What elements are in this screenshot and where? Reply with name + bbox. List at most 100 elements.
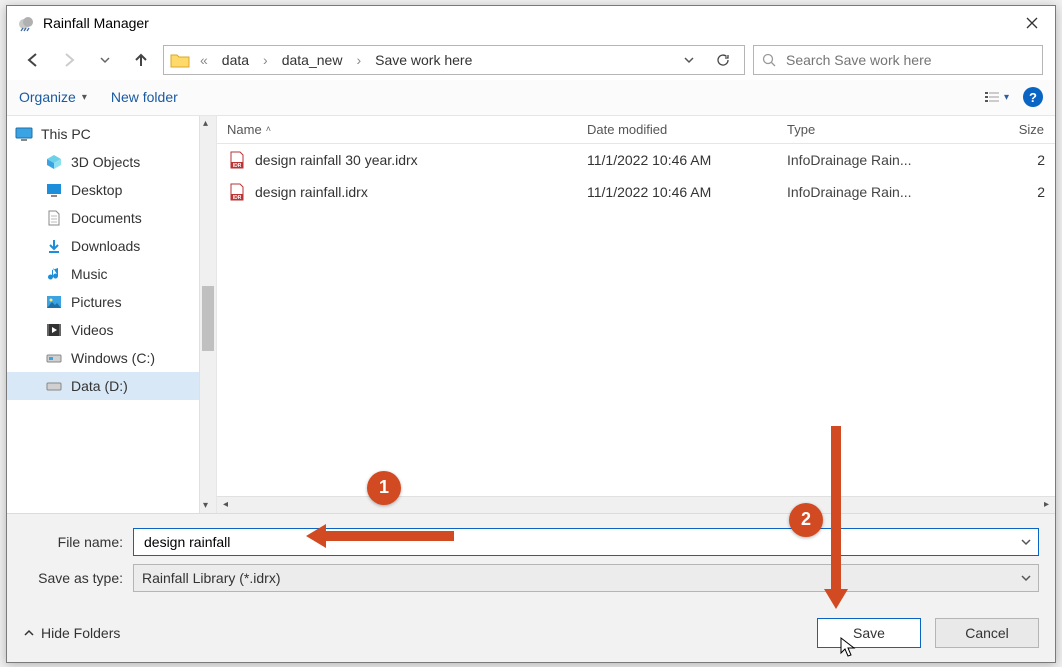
tree-downloads[interactable]: Downloads [7, 232, 216, 260]
col-name[interactable]: Name ˄ [217, 116, 577, 143]
sort-asc-icon: ˄ [266, 124, 271, 134]
folder-icon [170, 52, 190, 68]
chevron-right-icon: › [259, 52, 272, 68]
view-options-button[interactable]: ▾ [984, 90, 1009, 104]
hide-folders-button[interactable]: Hide Folders [23, 625, 120, 641]
scroll-right-icon[interactable]: ▸ [1038, 499, 1055, 510]
tree-windows-c[interactable]: Windows (C:) [7, 344, 216, 372]
search-box[interactable] [753, 45, 1043, 75]
body: This PC 3D Objects Desktop Documents [7, 116, 1055, 513]
file-row[interactable]: IDR design rainfall.idrx 11/1/2022 10:46… [217, 176, 1055, 208]
nav-row: « data › data_new › Save work here [7, 40, 1055, 80]
tree-music[interactable]: Music [7, 260, 216, 288]
breadcrumb-data-new[interactable]: data_new [278, 52, 347, 68]
filetype-combo[interactable]: Rainfall Library (*.idrx) [133, 564, 1039, 592]
address-dropdown[interactable] [676, 55, 702, 65]
drive-icon [45, 350, 63, 366]
save-dialog: Rainfall Manager « data › data_n [6, 5, 1056, 663]
tree-scrollbar[interactable]: ▴ ▾ [199, 116, 216, 513]
filetype-label: Save as type: [23, 570, 123, 586]
refresh-button[interactable] [708, 53, 738, 67]
scroll-down-icon[interactable]: ▾ [203, 500, 208, 511]
organize-button[interactable]: Organize [19, 89, 87, 105]
help-button[interactable]: ? [1023, 87, 1043, 107]
breadcrumb-data[interactable]: data [218, 52, 253, 68]
col-size[interactable]: Size [947, 116, 1055, 143]
search-input[interactable] [784, 51, 1034, 69]
up-button[interactable] [127, 46, 155, 74]
file-row[interactable]: IDR design rainfall 30 year.idrx 11/1/20… [217, 144, 1055, 176]
scroll-left-icon[interactable]: ◂ [217, 499, 234, 510]
tree-data-d[interactable]: Data (D:) [7, 372, 216, 400]
nav-tree: This PC 3D Objects Desktop Documents [7, 116, 217, 513]
toolbar: Organize New folder ▾ ? [7, 80, 1055, 116]
downloads-icon [45, 238, 63, 254]
filetype-value: Rainfall Library (*.idrx) [142, 570, 1014, 586]
music-icon [45, 266, 63, 282]
desktop-icon [45, 182, 63, 198]
file-size: 2 [947, 152, 1055, 168]
filename-label: File name: [23, 534, 123, 550]
svg-text:IDR: IDR [233, 163, 242, 169]
col-type[interactable]: Type [777, 116, 947, 143]
tree-label: This PC [41, 126, 91, 142]
save-button[interactable]: Save [817, 618, 921, 648]
filetype-dropdown[interactable] [1014, 565, 1038, 591]
documents-icon [45, 210, 63, 226]
tree-label: Windows (C:) [71, 350, 155, 366]
file-type: InfoDrainage Rain... [777, 184, 947, 200]
tree-documents[interactable]: Documents [7, 204, 216, 232]
file-name: design rainfall.idrx [255, 184, 368, 200]
3d-objects-icon [45, 154, 63, 170]
app-icon [17, 14, 35, 32]
file-pane: Name ˄ Date modified Type Size IDR desig… [217, 116, 1055, 513]
back-button[interactable] [19, 46, 47, 74]
tree-pictures[interactable]: Pictures [7, 288, 216, 316]
tree-this-pc[interactable]: This PC [7, 120, 216, 148]
scroll-up-icon[interactable]: ▴ [203, 118, 208, 129]
tree-label: Desktop [71, 182, 122, 198]
close-button[interactable] [1009, 8, 1055, 38]
videos-icon [45, 322, 63, 338]
titlebar: Rainfall Manager [7, 6, 1055, 40]
tree-label: Pictures [71, 294, 122, 310]
tree-videos[interactable]: Videos [7, 316, 216, 344]
tree-desktop[interactable]: Desktop [7, 176, 216, 204]
file-date: 11/1/2022 10:46 AM [577, 152, 777, 168]
file-date: 11/1/2022 10:46 AM [577, 184, 777, 200]
filetype-row: Save as type: Rainfall Library (*.idrx) [23, 564, 1039, 592]
filename-row: File name: [23, 528, 1039, 556]
chevron-up-icon [23, 627, 35, 639]
filename-input[interactable] [142, 529, 1014, 555]
recent-locations-button[interactable] [91, 46, 119, 74]
breadcrumb-save-work-here[interactable]: Save work here [371, 52, 476, 68]
breadcrumb-root: « [196, 52, 212, 68]
tree-label: 3D Objects [71, 154, 140, 170]
this-pc-icon [15, 126, 33, 142]
scroll-thumb[interactable] [202, 286, 214, 351]
h-scrollbar[interactable]: ◂ ▸ [217, 496, 1055, 513]
scroll-track[interactable] [234, 497, 1038, 513]
drive-icon [45, 378, 63, 394]
pictures-icon [45, 294, 63, 310]
svg-text:IDR: IDR [233, 195, 242, 201]
action-row: Hide Folders Save Cancel [23, 600, 1039, 648]
tree-label: Music [71, 266, 108, 282]
new-folder-button[interactable]: New folder [111, 89, 178, 105]
bottom-panel: File name: Save as type: Rainfall Librar… [7, 513, 1055, 662]
forward-button[interactable] [55, 46, 83, 74]
idrx-file-icon: IDR [227, 182, 247, 202]
file-name: design rainfall 30 year.idrx [255, 152, 418, 168]
window-title: Rainfall Manager [43, 15, 1009, 31]
address-bar[interactable]: « data › data_new › Save work here [163, 45, 745, 75]
filename-combo[interactable] [133, 528, 1039, 556]
file-type: InfoDrainage Rain... [777, 152, 947, 168]
list-header: Name ˄ Date modified Type Size [217, 116, 1055, 144]
tree-3d-objects[interactable]: 3D Objects [7, 148, 216, 176]
col-date[interactable]: Date modified [577, 116, 777, 143]
cancel-button[interactable]: Cancel [935, 618, 1039, 648]
tree-label: Downloads [71, 238, 140, 254]
tree-label: Videos [71, 322, 114, 338]
file-size: 2 [947, 184, 1055, 200]
filename-dropdown[interactable] [1014, 529, 1038, 555]
